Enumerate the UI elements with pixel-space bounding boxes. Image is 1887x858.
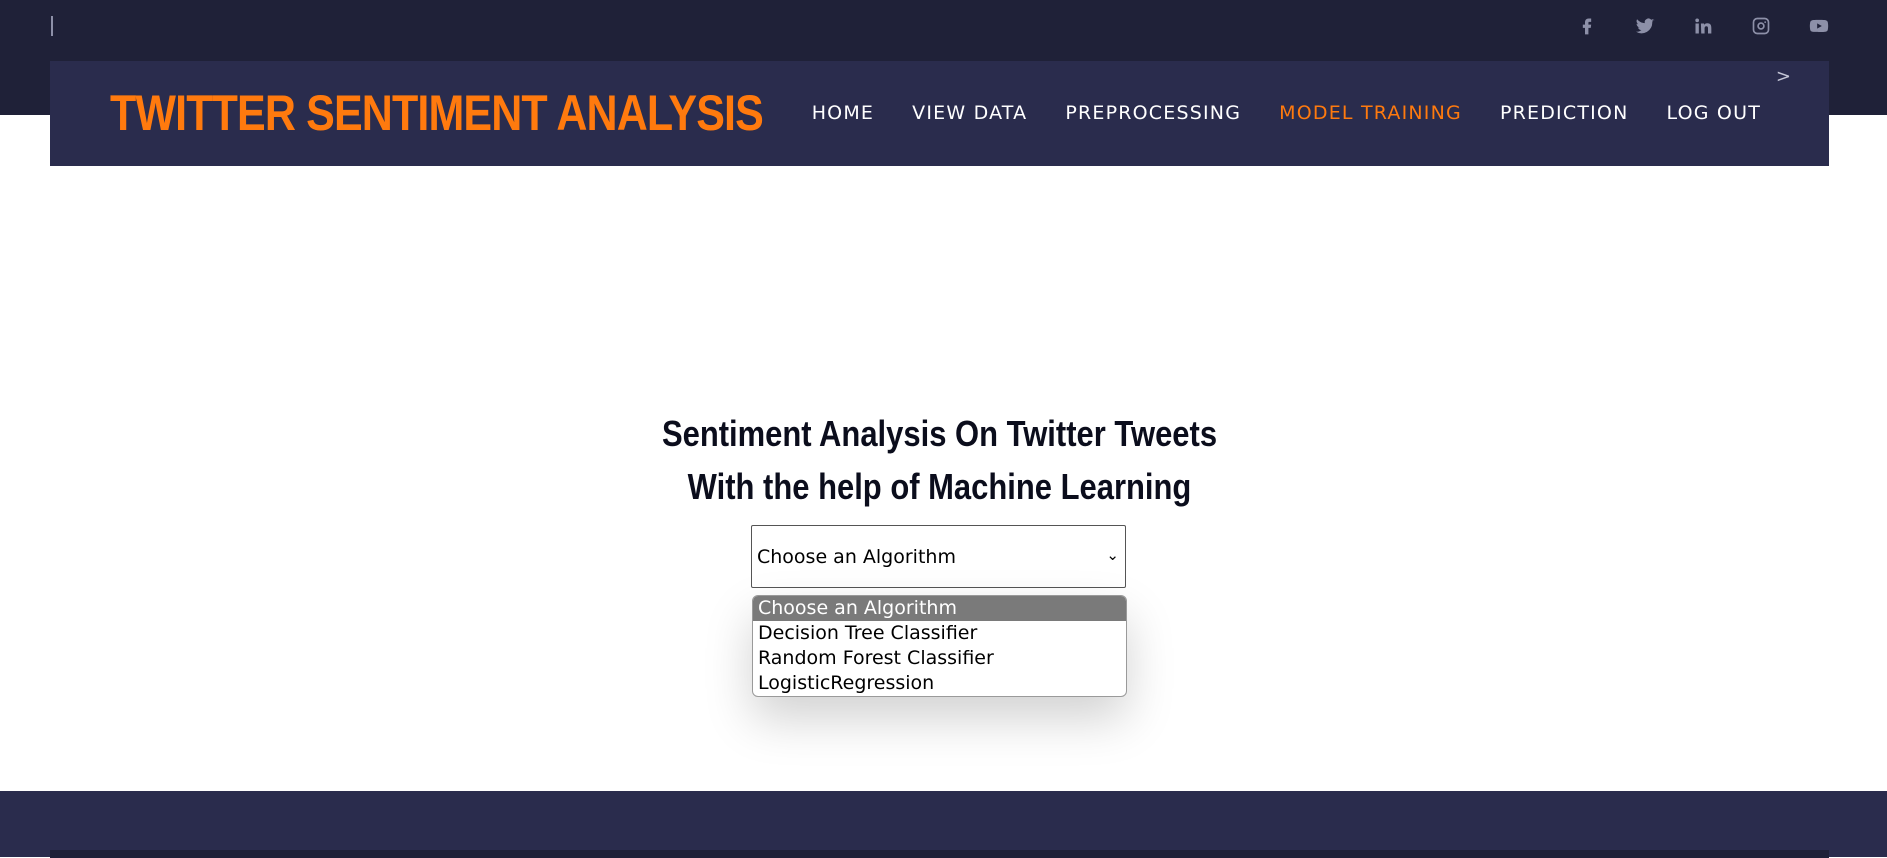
twitter-icon[interactable] — [1629, 13, 1661, 39]
youtube-icon[interactable] — [1803, 13, 1835, 39]
nav-log-out[interactable]: LOG OUT — [1667, 102, 1762, 124]
chevron-right-icon[interactable]: > — [1776, 66, 1791, 87]
heading-line-1: Sentiment Analysis On Twitter Tweets — [661, 413, 1218, 454]
algorithm-dropdown: Choose an Algorithm Decision Tree Classi… — [752, 595, 1127, 697]
nav-preprocessing[interactable]: PREPROCESSING — [1065, 102, 1241, 124]
heading-line-2: With the help of Machine Learning — [687, 466, 1192, 507]
nav-view-data[interactable]: VIEW DATA — [912, 102, 1027, 124]
main-nav: HOME VIEW DATA PREPROCESSING MODEL TRAIN… — [812, 102, 1761, 124]
page-heading: Sentiment Analysis On Twitter Tweets Wit… — [0, 407, 1879, 513]
algorithm-select[interactable]: Choose an Algorithm ⌄ — [751, 525, 1126, 588]
footer — [0, 791, 1887, 858]
option-logistic-regression[interactable]: LogisticRegression — [753, 671, 1126, 696]
option-decision-tree[interactable]: Decision Tree Classifier — [753, 621, 1126, 646]
facebook-icon[interactable] — [1571, 13, 1603, 39]
social-links — [1571, 13, 1835, 39]
option-random-forest[interactable]: Random Forest Classifier — [753, 646, 1126, 671]
option-choose-algorithm[interactable]: Choose an Algorithm — [753, 596, 1126, 621]
algorithm-select-value: Choose an Algorithm — [757, 545, 956, 568]
chevron-down-icon: ⌄ — [1106, 546, 1119, 564]
nav-model-training[interactable]: MODEL TRAINING — [1279, 102, 1462, 124]
linkedin-icon[interactable] — [1687, 13, 1719, 39]
main-navbar: TWITTER SENTIMENT ANALYSIS HOME VIEW DAT… — [50, 61, 1829, 166]
top-separator — [51, 16, 53, 36]
site-title[interactable]: TWITTER SENTIMENT ANALYSIS — [110, 86, 764, 141]
nav-prediction[interactable]: PREDICTION — [1500, 102, 1629, 124]
nav-home[interactable]: HOME — [812, 102, 874, 124]
instagram-icon[interactable] — [1745, 13, 1777, 39]
